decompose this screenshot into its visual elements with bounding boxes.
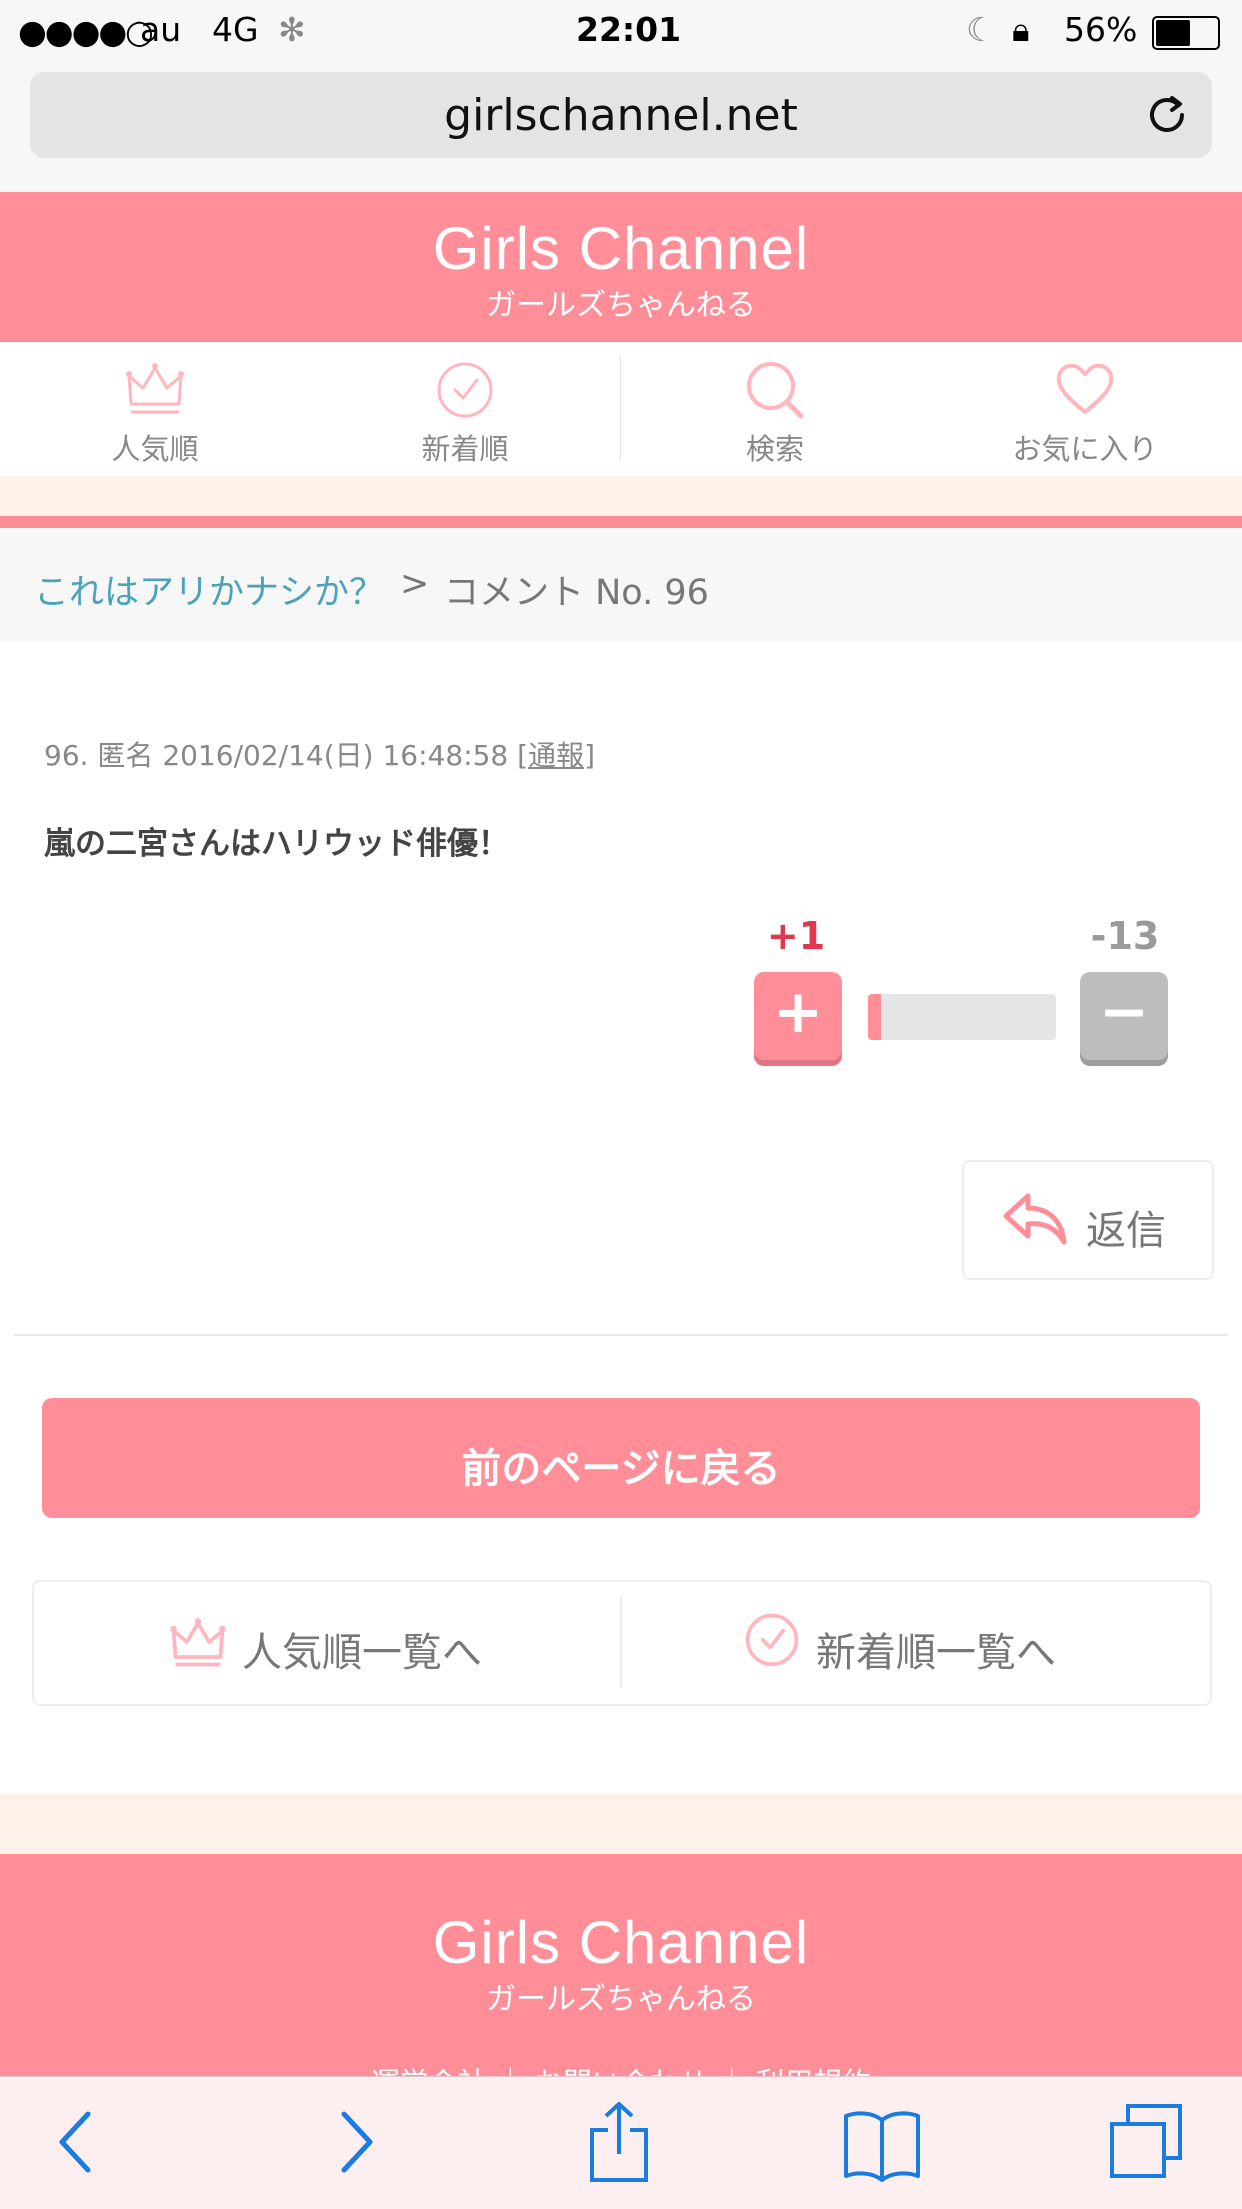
nav-item-favorites[interactable]: お気に入り (930, 342, 1240, 476)
section-divider (14, 1334, 1228, 1336)
address-bar[interactable]: girlschannel.net (30, 72, 1212, 158)
report-link[interactable]: 通報 (528, 739, 584, 772)
vote-ratio-bar (868, 994, 1056, 1040)
new-list-label: 新着順一覧へ (816, 1630, 1056, 1676)
reload-icon[interactable] (1144, 92, 1190, 138)
report-close: ] (584, 739, 596, 772)
new-list-link[interactable]: 新着順一覧へ (622, 1580, 1206, 1704)
spacer-band (0, 476, 1242, 516)
share-icon[interactable] (586, 2100, 652, 2184)
signal-icon: ●●●●○ (18, 12, 154, 51)
battery-percent: 56% (1064, 10, 1138, 49)
loading-icon: ✻ (278, 10, 306, 49)
battery-fill (1156, 20, 1190, 46)
minus-count: -13 (1090, 914, 1160, 958)
breadcrumb: これはアリかナシか？ > コメント No. 96 (0, 528, 1242, 642)
nav-label-popular: 人気順 (111, 432, 199, 466)
pink-rule (0, 516, 1242, 528)
site-header: Girls Channel ガールズちゃんねる (0, 192, 1242, 342)
vote-ratio-fill (868, 994, 882, 1040)
footer-logo-subtitle: ガールズちゃんねる (486, 1982, 756, 2017)
url-text: girlschannel.net (444, 90, 798, 141)
crown-icon (170, 1618, 226, 1667)
reply-arrow-icon (1003, 1193, 1067, 1245)
back-button-label: 前のページに戻る (461, 1446, 781, 1492)
nav-item-new[interactable]: 新着順 (310, 342, 620, 476)
breadcrumb-topic-link[interactable]: これはアリかナシか？ (34, 564, 384, 615)
comment-meta-text: 96. 匿名 2016/02/14(日) 16:48:58 (44, 739, 509, 772)
nav-label-new: 新着順 (421, 432, 509, 466)
network-label: 4G (212, 10, 259, 49)
back-icon[interactable] (48, 2100, 108, 2184)
status-bar: ●●●●○ au 4G ✻ 22:01 ☾ 🔒︎ 56% (0, 0, 1242, 62)
reply-label: 返信 (1086, 1208, 1166, 1254)
popular-list-label: 人気順一覧へ (242, 1630, 482, 1676)
site-logo-subtitle: ガールズちゃんねる (486, 288, 756, 323)
crown-icon (126, 363, 184, 414)
main-nav: 人気順 新着順 検索 お気に入り (0, 342, 1242, 477)
bookmarks-icon[interactable] (842, 2100, 922, 2184)
clock-time: 22:01 (576, 10, 682, 49)
nav-item-search[interactable]: 検索 (620, 342, 930, 476)
moon-icon: ☾ (966, 10, 996, 49)
spacer-band (0, 1794, 1242, 1854)
clock-icon (745, 1613, 799, 1667)
breadcrumb-separator: > (400, 564, 430, 604)
breadcrumb-current: コメント No. 96 (444, 573, 709, 613)
site-logo[interactable]: Girls Channel (0, 214, 1242, 283)
report-open: [ (517, 739, 529, 772)
reply-button[interactable]: 返信 (962, 1160, 1214, 1280)
plus-vote-button[interactable]: + (754, 972, 842, 1060)
comment-meta: 96. 匿名 2016/02/14(日) 16:48:58 [通報] (44, 734, 595, 774)
comment-body: 嵐の二宮さんはハリウッド俳優！ (44, 826, 509, 862)
forward-icon[interactable] (324, 2100, 384, 2184)
nav-label-search: 検索 (745, 432, 804, 466)
nav-divider (620, 355, 621, 460)
nav-label-favorites: お気に入り (1012, 432, 1158, 466)
tabs-icon[interactable] (1106, 2100, 1186, 2184)
back-to-previous-page-button[interactable]: 前のページに戻る (42, 1398, 1200, 1518)
rotation-lock-icon: 🔒︎ (1012, 10, 1030, 49)
minus-icon: − (1098, 977, 1150, 1047)
heart-icon (1056, 363, 1114, 414)
carrier-label: au (140, 10, 182, 49)
popular-list-link[interactable]: 人気順一覧へ (34, 1580, 618, 1704)
minus-vote-button[interactable]: − (1080, 972, 1168, 1060)
plus-icon: + (772, 977, 824, 1047)
battery-icon (1152, 16, 1220, 50)
clock-icon (437, 362, 493, 418)
nav-item-popular[interactable]: 人気順 (0, 342, 310, 476)
search-icon (747, 362, 804, 419)
footer-logo[interactable]: Girls Channel (0, 1908, 1242, 1977)
plus-count: +1 (766, 914, 826, 958)
